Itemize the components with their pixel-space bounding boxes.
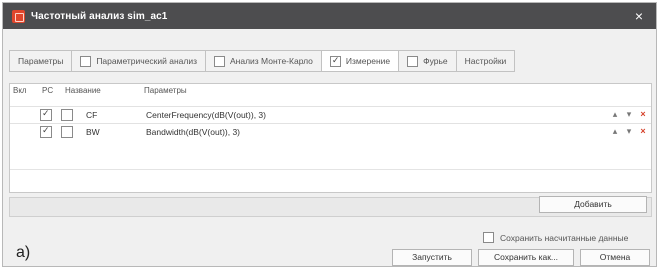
tab-monte-carlo-checkbox[interactable]	[214, 55, 225, 67]
delete-icon[interactable]: ×	[639, 126, 647, 136]
tab-settings[interactable]: Настройки	[455, 50, 516, 72]
save-as-button[interactable]: Сохранить как...	[478, 249, 574, 266]
row-parameters[interactable]: CenterFrequency(dB(V(out)), 3)	[146, 110, 266, 120]
run-button[interactable]: Запустить	[392, 249, 472, 266]
row-parameters[interactable]: Bandwidth(dB(V(out)), 3)	[146, 127, 240, 137]
row-name[interactable]: CF	[86, 110, 97, 120]
table-divider	[10, 169, 651, 170]
save-computed-checkbox[interactable]	[483, 232, 494, 243]
measurements-table: Вкл PC Название Параметры CF CenterFrequ…	[9, 83, 652, 193]
column-header-pc: PC	[42, 86, 54, 95]
close-icon[interactable]: ×	[630, 7, 648, 25]
table-header: Вкл PC Название Параметры	[10, 84, 651, 98]
tab-measurement-checkbox[interactable]	[329, 55, 341, 67]
save-computed-label: Сохранить насчитанные данные	[500, 232, 629, 243]
tab-measurement[interactable]: Измерение	[320, 50, 399, 72]
figure-label: a)	[16, 244, 31, 261]
tab-bar: Параметры Параметрический анализ Анализ …	[9, 50, 516, 72]
arrow-up-icon[interactable]: ▴	[611, 126, 619, 137]
arrow-down-icon[interactable]: ▾	[625, 109, 633, 120]
column-header-name: Название	[65, 86, 101, 95]
title-bar: Частотный анализ sim_ac1 ×	[3, 3, 656, 29]
tab-fourier[interactable]: Фурье	[398, 50, 456, 72]
window-title: Частотный анализ sim_ac1	[31, 10, 168, 22]
tab-monte-carlo[interactable]: Анализ Монте-Карло	[205, 50, 321, 72]
row-pc-checkbox[interactable]	[61, 109, 73, 121]
tab-parameters[interactable]: Параметры	[9, 50, 72, 72]
save-computed-option[interactable]: Сохранить насчитанные данные	[483, 232, 628, 243]
cancel-button[interactable]: Отмена	[580, 249, 650, 266]
tab-settings-label: Настройки	[464, 56, 507, 66]
delete-icon[interactable]: ×	[639, 109, 647, 119]
table-row[interactable]: CF CenterFrequency(dB(V(out)), 3) ▴ ▾ ×	[10, 106, 651, 123]
dialog-window: Частотный анализ sim_ac1 × Параметры Пар…	[2, 2, 657, 267]
arrow-up-icon[interactable]: ▴	[611, 109, 619, 120]
tab-measurement-label: Измерение	[345, 56, 391, 66]
tab-fourier-label: Фурье	[423, 56, 448, 66]
tab-parametric-analysis-label: Параметрический анализ	[96, 56, 197, 66]
app-logo-icon	[12, 9, 25, 23]
tab-parameters-label: Параметры	[18, 56, 64, 66]
column-header-enabled: Вкл	[13, 86, 27, 95]
row-enabled-checkbox[interactable]	[40, 108, 52, 121]
arrow-down-icon[interactable]: ▾	[625, 126, 633, 137]
row-name[interactable]: BW	[86, 127, 100, 137]
tab-parametric-analysis[interactable]: Параметрический анализ	[71, 50, 205, 72]
add-button[interactable]: Добавить	[539, 196, 647, 213]
table-row[interactable]: BW Bandwidth(dB(V(out)), 3) ▴ ▾ ×	[10, 123, 651, 140]
row-enabled-checkbox[interactable]	[40, 125, 52, 138]
row-pc-checkbox[interactable]	[61, 126, 73, 138]
column-header-parameters: Параметры	[144, 86, 187, 95]
tab-parametric-analysis-checkbox[interactable]	[80, 55, 92, 67]
tab-fourier-checkbox[interactable]	[407, 55, 419, 67]
tab-monte-carlo-label: Анализ Монте-Карло	[230, 56, 313, 66]
